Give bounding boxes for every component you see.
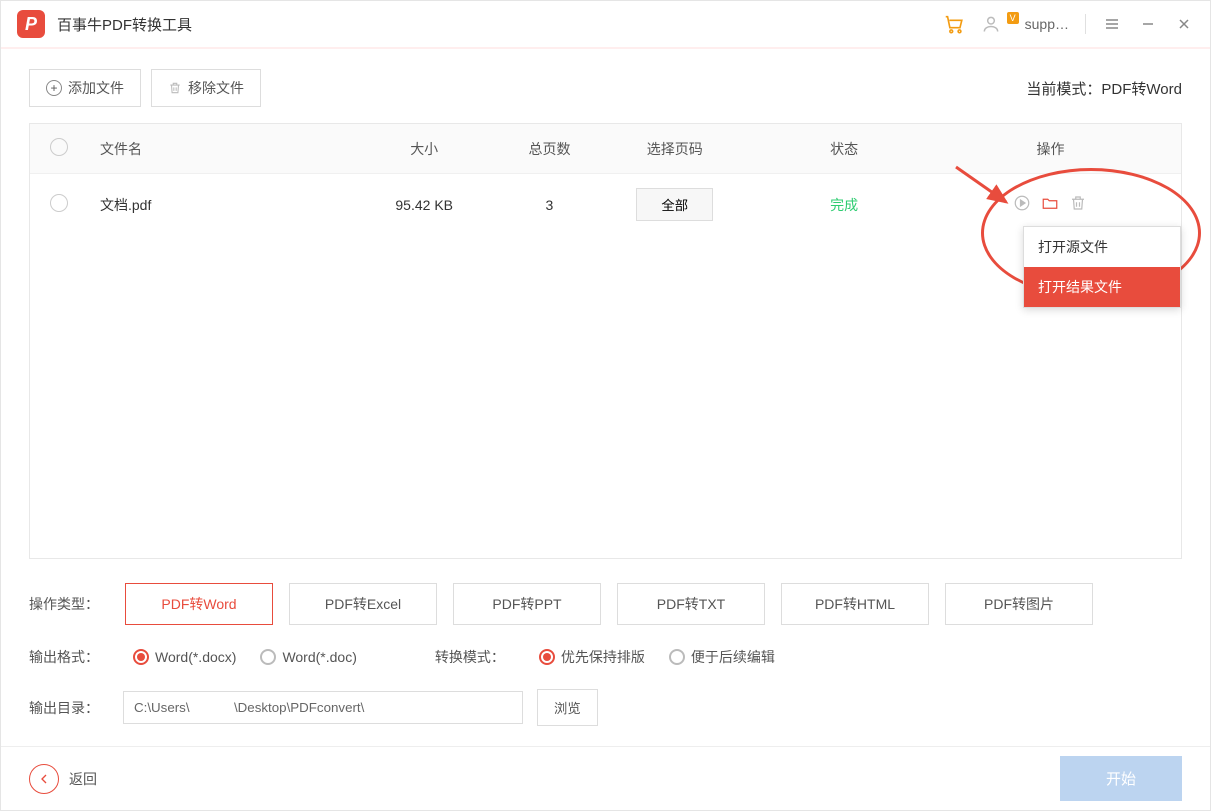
output-path-input[interactable]	[123, 691, 523, 724]
vip-badge-icon: V	[1007, 12, 1019, 24]
output-dir-label: 输出目录：	[29, 698, 99, 718]
plus-circle-icon: +	[46, 80, 62, 96]
header-name: 文件名	[100, 139, 351, 159]
start-button[interactable]: 开始	[1060, 756, 1182, 801]
header-status: 状态	[748, 139, 940, 159]
type-pdf-to-image[interactable]: PDF转图片	[945, 583, 1093, 625]
operation-type-row: 操作类型： PDF转Word PDF转Excel PDF转PPT PDF转TXT…	[29, 583, 1182, 625]
close-icon[interactable]	[1174, 14, 1194, 34]
minimize-icon[interactable]	[1138, 14, 1158, 34]
row-checkbox[interactable]	[50, 194, 68, 212]
user-area[interactable]: V supp…	[981, 14, 1069, 34]
type-pdf-to-excel[interactable]: PDF转Excel	[289, 583, 437, 625]
app-logo-icon: P	[17, 10, 45, 38]
remove-file-label: 移除文件	[188, 78, 244, 98]
back-button[interactable]: 返回	[29, 764, 97, 794]
titlebar: P 百事牛PDF转换工具 V supp…	[1, 1, 1210, 49]
table-header: 文件名 大小 总页数 选择页码 状态 操作	[30, 124, 1181, 173]
type-pdf-to-word[interactable]: PDF转Word	[125, 583, 273, 625]
type-pdf-to-html[interactable]: PDF转HTML	[781, 583, 929, 625]
user-icon	[981, 14, 1001, 34]
header-size: 大小	[351, 139, 498, 159]
cart-icon[interactable]	[943, 13, 965, 35]
toolbar: + 添加文件 移除文件 当前模式：PDF转Word	[29, 69, 1182, 107]
table-row: 文档.pdf 95.42 KB 3 全部 完成	[30, 173, 1181, 235]
header-action: 操作	[940, 139, 1161, 159]
app-title: 百事牛PDF转换工具	[57, 14, 192, 35]
back-label: 返回	[69, 769, 97, 789]
header-pages: 总页数	[498, 139, 601, 159]
type-pdf-to-ppt[interactable]: PDF转PPT	[453, 583, 601, 625]
header-select-pages: 选择页码	[601, 139, 748, 159]
footer: 返回 开始	[1, 746, 1210, 810]
titlebar-right: V supp…	[943, 13, 1194, 35]
radio-keep-layout-label: 优先保持排版	[561, 647, 645, 667]
play-icon[interactable]	[1013, 194, 1031, 212]
add-file-button[interactable]: + 添加文件	[29, 69, 141, 107]
select-all-checkbox[interactable]	[50, 138, 68, 156]
radio-keep-layout[interactable]: 优先保持排版	[539, 647, 645, 667]
folder-icon[interactable]	[1041, 194, 1059, 212]
cell-status: 完成	[830, 197, 858, 213]
radio-doc-label: Word(*.doc)	[282, 649, 356, 665]
cell-filename: 文档.pdf	[100, 195, 351, 215]
user-name: supp…	[1025, 16, 1069, 32]
app-window: P 百事牛PDF转换工具 V supp…	[0, 0, 1211, 811]
radio-doc[interactable]: Word(*.doc)	[260, 649, 356, 665]
file-table: 文件名 大小 总页数 选择页码 状态 操作 文档.pdf 95.42 KB 3 …	[29, 123, 1182, 559]
cell-size: 95.42 KB	[351, 197, 498, 213]
convert-mode-label: 转换模式：	[435, 647, 505, 667]
radio-docx-label: Word(*.docx)	[155, 649, 236, 665]
current-mode-label: 当前模式：PDF转Word	[1026, 78, 1182, 99]
radio-docx[interactable]: Word(*.docx)	[133, 649, 236, 665]
type-pdf-to-txt[interactable]: PDF转TXT	[617, 583, 765, 625]
menu-open-source[interactable]: 打开源文件	[1024, 227, 1180, 267]
trash-icon	[168, 81, 182, 95]
radio-editable[interactable]: 便于后续编辑	[669, 647, 775, 667]
folder-context-menu: 打开源文件 打开结果文件	[1023, 226, 1181, 308]
back-arrow-icon	[29, 764, 59, 794]
menu-open-result[interactable]: 打开结果文件	[1024, 267, 1180, 307]
menu-icon[interactable]	[1102, 14, 1122, 34]
operation-type-label: 操作类型：	[29, 594, 99, 614]
format-mode-row: 输出格式： Word(*.docx) Word(*.doc) 转换模式： 优先保…	[29, 647, 1182, 667]
browse-button[interactable]: 浏览	[537, 689, 598, 726]
content-area: + 添加文件 移除文件 当前模式：PDF转Word 文件名 大小 总页数 选择页…	[1, 49, 1210, 746]
output-format-label: 输出格式：	[29, 647, 99, 667]
cell-pages: 3	[498, 197, 601, 213]
select-pages-button[interactable]: 全部	[636, 188, 713, 221]
radio-editable-label: 便于后续编辑	[691, 647, 775, 667]
add-file-label: 添加文件	[68, 78, 124, 98]
output-dir-row: 输出目录： 浏览	[29, 689, 1182, 726]
remove-file-button[interactable]: 移除文件	[151, 69, 261, 107]
delete-icon[interactable]	[1069, 194, 1087, 212]
